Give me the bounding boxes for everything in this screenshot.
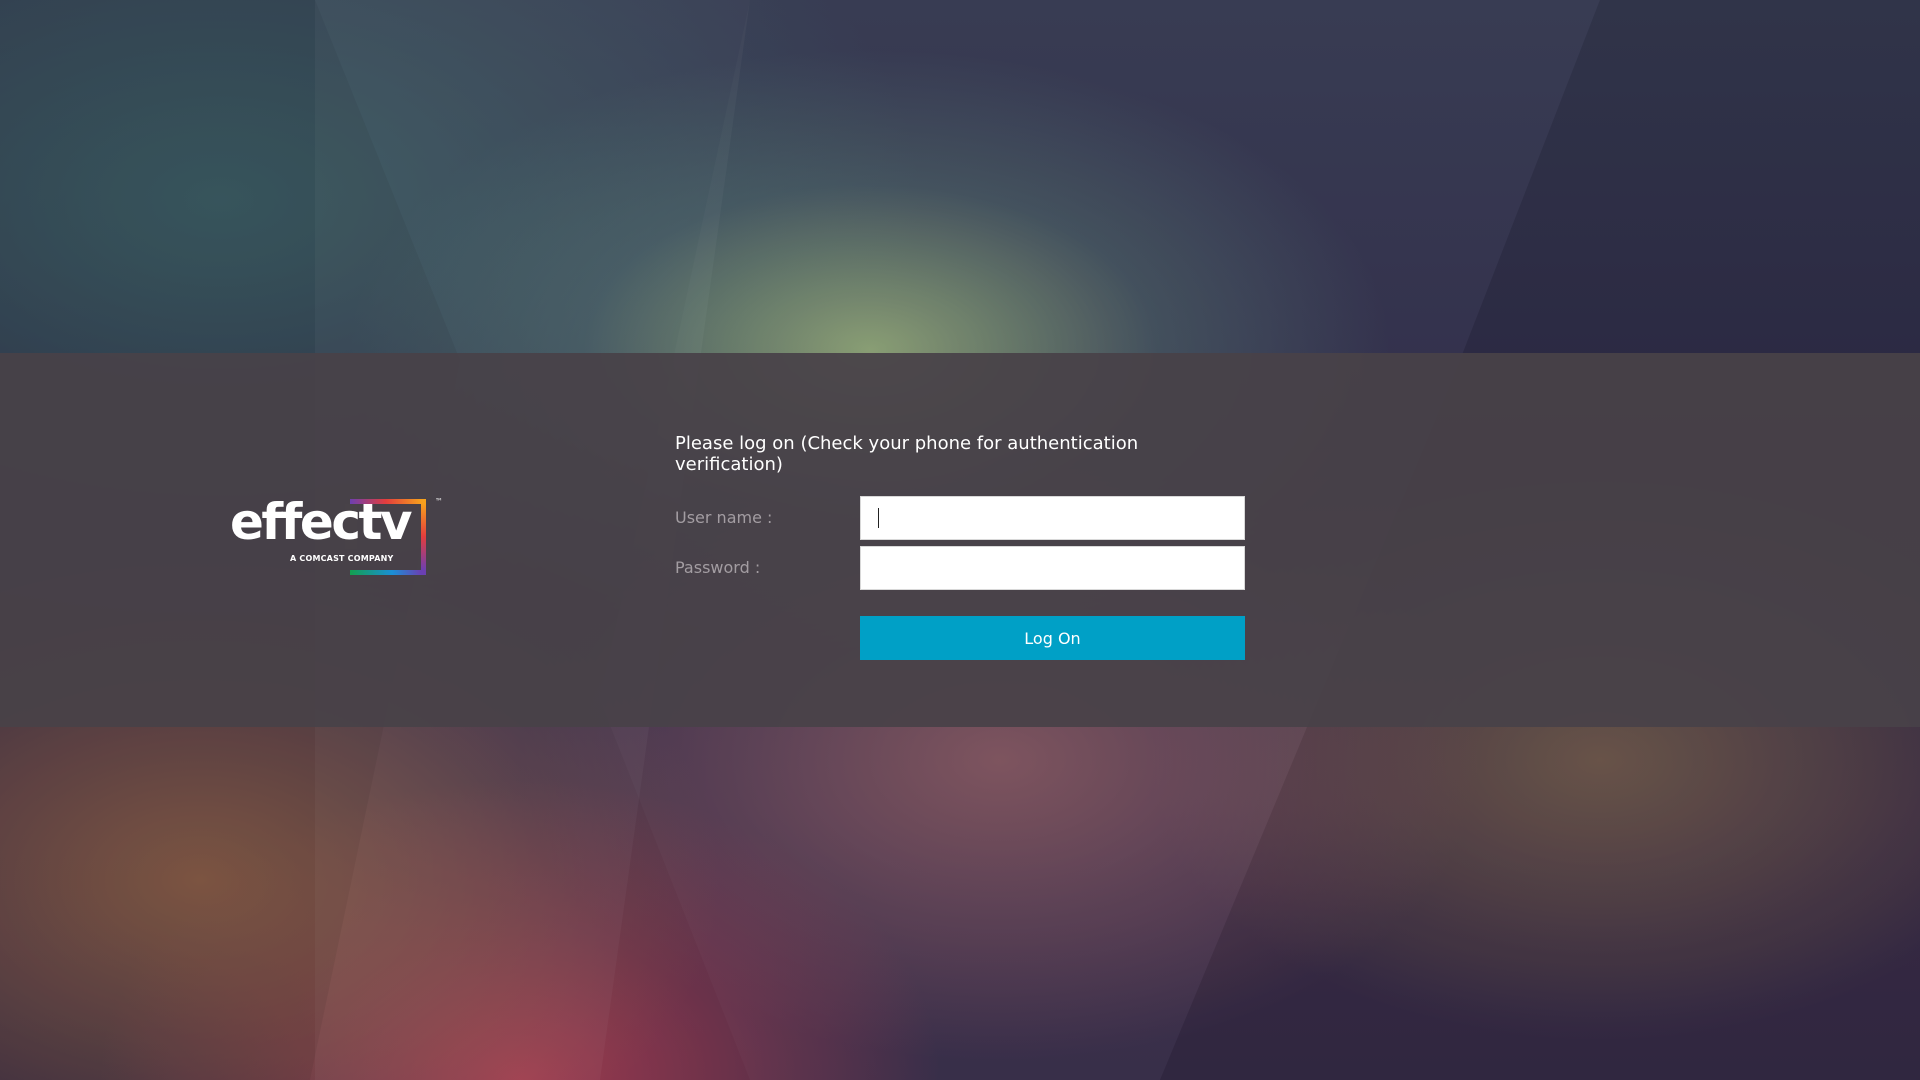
- effectv-logo: effectv A COMCAST COMPANY ™: [230, 497, 445, 582]
- trademark-symbol: ™: [435, 497, 443, 506]
- login-heading: Please log on (Check your phone for auth…: [675, 433, 1139, 475]
- username-label: User name :: [675, 508, 773, 527]
- username-row: User name :: [675, 496, 1245, 540]
- password-row: Password :: [675, 546, 1245, 590]
- text-cursor: [878, 508, 879, 528]
- logo-tagline: A COMCAST COMPANY: [290, 554, 394, 563]
- password-input[interactable]: [860, 546, 1245, 590]
- username-input[interactable]: [860, 496, 1245, 540]
- logo-wordmark: effectv: [230, 493, 412, 551]
- password-label: Password :: [675, 558, 761, 577]
- log-on-button[interactable]: Log On: [860, 616, 1245, 660]
- login-form: Please log on (Check your phone for auth…: [675, 433, 1245, 660]
